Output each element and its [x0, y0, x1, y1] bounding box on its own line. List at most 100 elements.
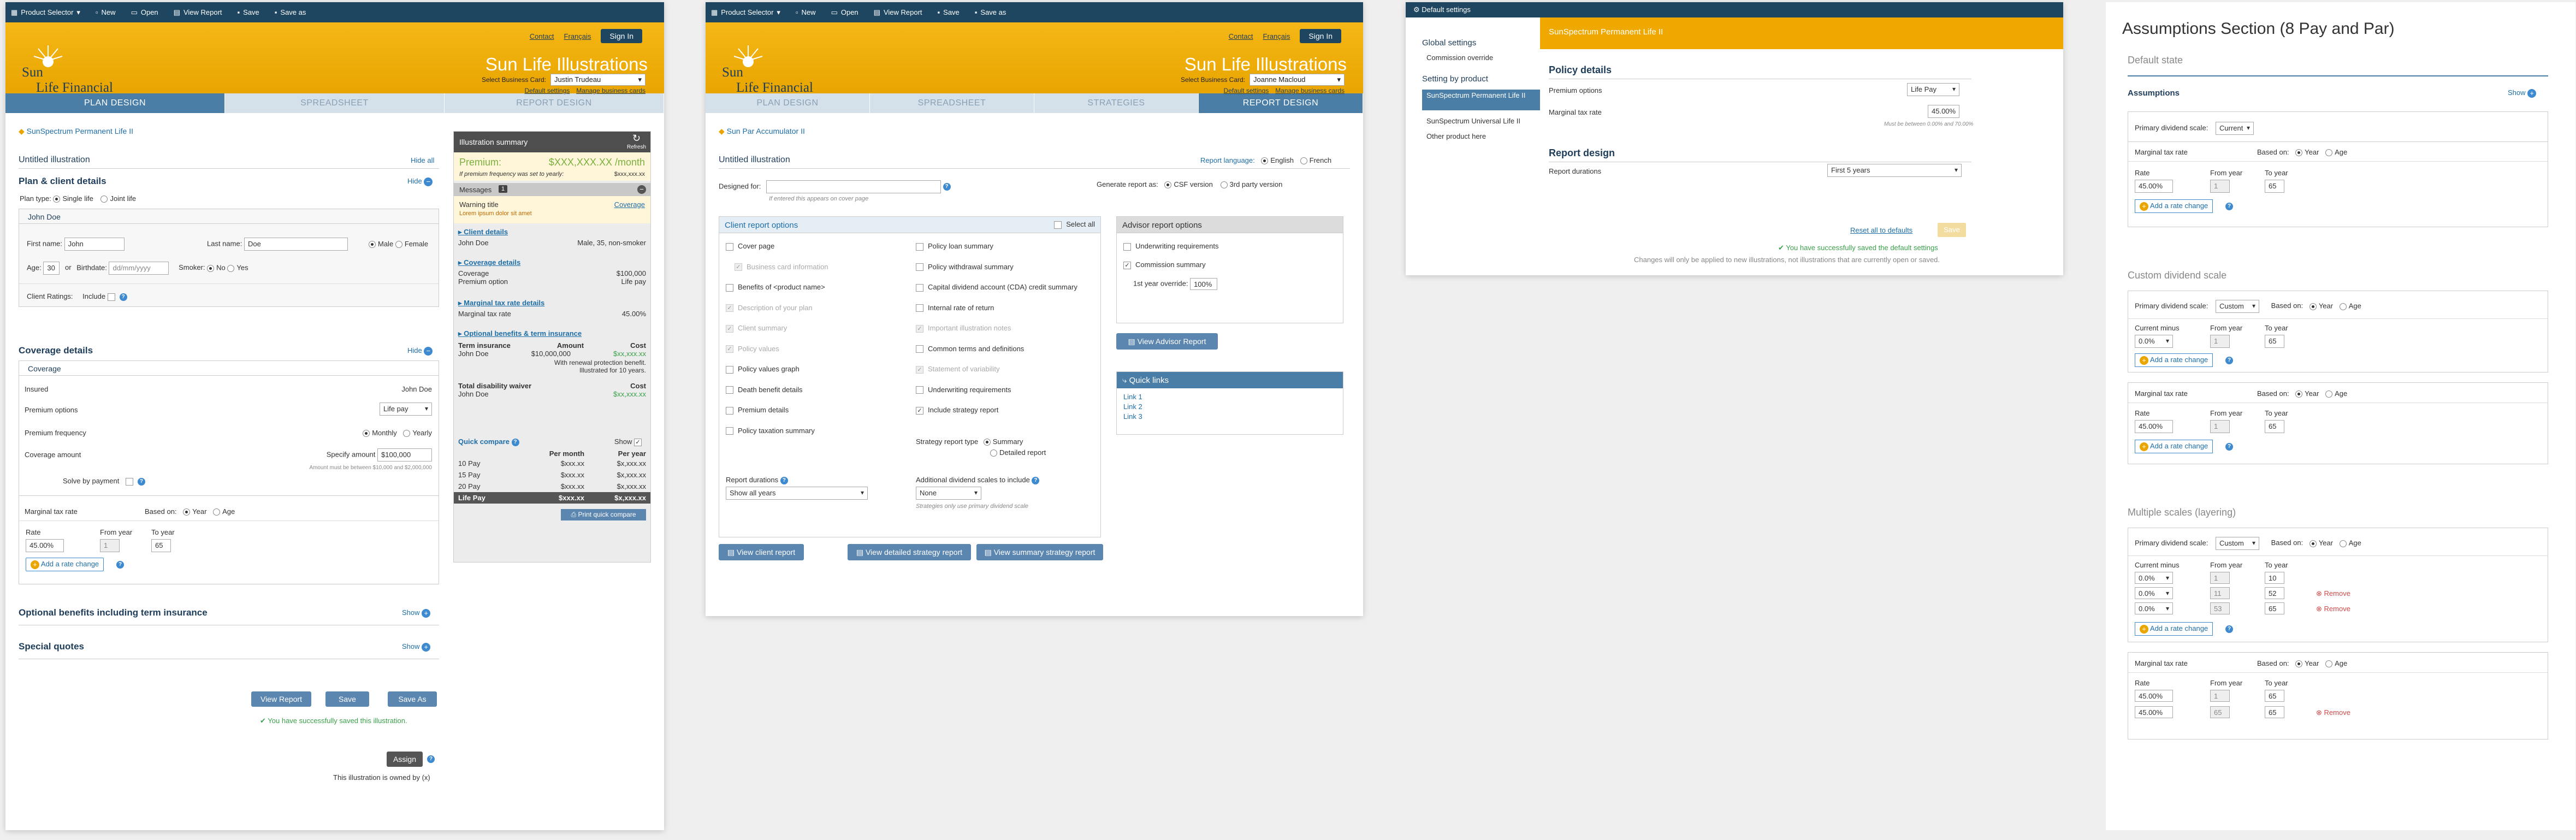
sidebar-item-product-2[interactable]: SunSpectrum Universal Life II: [1426, 117, 1520, 125]
quick-link-1[interactable]: Link 1: [1123, 393, 1142, 401]
help-icon[interactable]: ?: [427, 755, 435, 763]
primary-dividend-select[interactable]: Custom: [2216, 300, 2260, 313]
select-all-checkbox[interactable]: [1054, 221, 1062, 229]
minus-icon[interactable]: −: [637, 185, 646, 194]
optional-benefits-link[interactable]: ▸ Optional benefits & term insurance: [454, 329, 650, 338]
smoker-no-radio[interactable]: [207, 264, 215, 272]
business-card-select[interactable]: Justin Trudeau: [550, 74, 646, 86]
rate-field[interactable]: 45.00%: [2135, 706, 2173, 718]
female-radio[interactable]: [395, 241, 402, 249]
rate-field[interactable]: 45.00%: [2135, 180, 2173, 193]
report-option-checkbox[interactable]: [916, 242, 923, 251]
last-name-field[interactable]: Doe: [244, 238, 348, 251]
add-change-button[interactable]: + Add a rate change: [2135, 622, 2213, 636]
current-minus-select[interactable]: 0.0%: [2135, 572, 2173, 584]
current-minus-select[interactable]: 0.0%: [2135, 587, 2173, 599]
help-icon[interactable]: ?: [2225, 443, 2233, 451]
manage-business-cards-link[interactable]: Manage business cards: [576, 87, 646, 94]
report-option-row[interactable]: Policy values: [726, 345, 911, 365]
report-option-row[interactable]: Policy values graph: [726, 365, 911, 386]
tab-plan-design[interactable]: PLAN DESIGN: [706, 93, 870, 113]
view-summary-strategy-button[interactable]: ▤ View summary strategy report: [976, 544, 1103, 560]
refresh-button[interactable]: ↻ Refresh: [627, 133, 646, 150]
report-option-checkbox[interactable]: [916, 406, 923, 415]
first-year-override-field[interactable]: 100%: [1190, 278, 1218, 290]
premium-options-select[interactable]: Life Pay: [1907, 83, 1959, 96]
solve-by-payment-checkbox[interactable]: [125, 477, 133, 486]
dividend-scales-select[interactable]: None: [916, 487, 981, 500]
help-icon[interactable]: ?: [137, 477, 145, 486]
report-option-row[interactable]: Important illustration notes: [916, 324, 1102, 345]
print-quick-compare-button[interactable]: ⎙ Print quick compare: [561, 508, 646, 520]
report-option-checkbox[interactable]: [916, 345, 923, 353]
report-option-row[interactable]: Policy loan summary: [916, 242, 1102, 263]
sign-in-button[interactable]: Sign In: [1300, 29, 1341, 43]
to-year-field[interactable]: 65: [2265, 335, 2284, 348]
save-button[interactable]: ▪ Save: [938, 8, 960, 16]
view-report-button[interactable]: ▤ View Report: [174, 8, 222, 17]
third-party-radio[interactable]: [1220, 181, 1228, 189]
help-icon[interactable]: ?: [2225, 625, 2233, 633]
based-year-radio[interactable]: [2295, 149, 2303, 157]
add-rate-change-button[interactable]: + Add a rate change: [26, 558, 104, 571]
current-minus-select[interactable]: 0.0%: [2135, 602, 2173, 614]
french-radio[interactable]: [1300, 157, 1307, 165]
to-year-field[interactable]: 65: [2265, 602, 2284, 614]
report-option-row[interactable]: Benefits of <product name>: [726, 283, 911, 304]
contact-link[interactable]: Contact: [1229, 32, 1253, 40]
remove-button[interactable]: ⊗ Remove: [2316, 708, 2350, 717]
csf-version-radio[interactable]: [1164, 181, 1172, 189]
help-icon[interactable]: ?: [511, 438, 519, 446]
report-option-row[interactable]: Premium details: [726, 406, 911, 427]
save-as-button[interactable]: ▪ Save as: [275, 8, 306, 16]
report-option-row[interactable]: Policy taxation summary: [726, 427, 911, 447]
open-button[interactable]: ▭ Open: [831, 8, 858, 17]
report-option-checkbox[interactable]: [916, 365, 923, 374]
save-button[interactable]: ▪ Save: [238, 8, 259, 16]
report-option-checkbox[interactable]: [916, 304, 923, 312]
help-icon[interactable]: ?: [780, 476, 788, 484]
premium-options-select[interactable]: Life pay: [380, 403, 432, 416]
sidebar-item-product-1[interactable]: SunSpectrum Permanent Life II: [1422, 90, 1540, 110]
report-option-checkbox[interactable]: [735, 263, 742, 271]
to-year-field[interactable]: 52: [2265, 587, 2284, 599]
english-radio[interactable]: [1261, 157, 1269, 165]
manage-business-cards-link[interactable]: Manage business cards: [1275, 87, 1345, 94]
show-optional[interactable]: Show +: [402, 608, 431, 618]
reset-defaults-link[interactable]: Reset all to defaults: [1850, 226, 1912, 234]
contact-link[interactable]: Contact: [530, 32, 554, 40]
product-selector-button[interactable]: ▦ Product Selector ▾: [711, 8, 780, 17]
product-selector-button[interactable]: ▦ Product Selector ▾: [11, 8, 80, 17]
messages-bar[interactable]: Messages 1 −: [454, 183, 650, 196]
new-button[interactable]: ▫ New: [796, 8, 816, 16]
rate-field[interactable]: 45.00%: [2135, 420, 2173, 433]
francais-link[interactable]: Français: [1263, 32, 1290, 40]
rate-field[interactable]: 45.00%: [26, 539, 64, 552]
save-as-button[interactable]: ▪ Save as: [975, 8, 1006, 16]
based-year-radio[interactable]: [2295, 391, 2303, 398]
sidebar-item-commission-override[interactable]: Commission override: [1426, 54, 1493, 62]
sign-in-button[interactable]: Sign In: [601, 29, 642, 43]
report-option-checkbox[interactable]: [726, 242, 733, 251]
mtr-field[interactable]: 45.00%: [1928, 105, 1959, 118]
mtr-details-link[interactable]: ▸ Marginal tax rate details: [454, 299, 650, 307]
monthly-radio[interactable]: [363, 430, 370, 437]
report-option-row[interactable]: Business card information: [726, 263, 911, 283]
default-settings-link[interactable]: Default settings: [525, 87, 570, 94]
report-option-checkbox[interactable]: [726, 386, 733, 394]
tab-spreadsheet[interactable]: SPREADSHEET: [225, 93, 445, 113]
show-special[interactable]: Show +: [402, 642, 431, 652]
report-option-row[interactable]: Common terms and definitions: [916, 345, 1102, 365]
add-rate-change-button[interactable]: + Add a rate change: [2135, 199, 2213, 213]
based-age-radio[interactable]: [2339, 303, 2347, 310]
report-option-row[interactable]: Client summary: [726, 324, 911, 345]
report-option-row[interactable]: Description of your plan: [726, 304, 911, 324]
to-year-field[interactable]: 65: [2265, 690, 2284, 702]
report-option-checkbox[interactable]: [726, 345, 733, 353]
report-option-checkbox[interactable]: [726, 283, 733, 292]
yearly-radio[interactable]: [403, 430, 411, 437]
report-option-checkbox[interactable]: [726, 427, 733, 435]
to-year-field[interactable]: 65: [2265, 706, 2284, 718]
birthdate-field[interactable]: dd/mm/yyyy: [109, 262, 169, 275]
underwriting-checkbox[interactable]: [1123, 242, 1131, 251]
